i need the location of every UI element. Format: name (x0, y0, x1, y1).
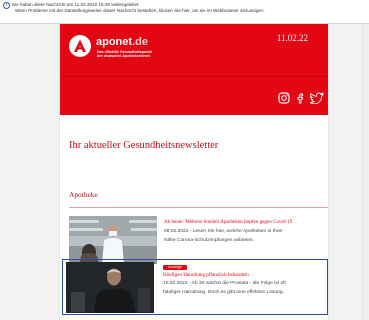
info-icon: i (3, 2, 10, 9)
article-teaser-impfen: 08.02.2022 - Lesen Sie hier, welche Apot… (164, 229, 283, 244)
twitter-icon[interactable] (310, 92, 324, 104)
display-problem-notice[interactable]: Wenn Probleme mit der Darstellungsweise … (12, 8, 369, 14)
brand-name[interactable]: aponet.de (96, 36, 148, 48)
vertical-scrollbar[interactable] (362, 24, 369, 320)
article-title-harndrang[interactable]: Häufigen Harndrang pflanzlich behandeln (163, 272, 249, 278)
article-title-impfen[interactable]: Ab heute: Mehrere hundert Apotheken impf… (164, 219, 292, 225)
man-portrait-photo[interactable] (66, 262, 154, 313)
header-divider (60, 76, 328, 77)
facebook-icon[interactable] (294, 92, 306, 104)
brand-tagline: Das offizielle Gesundheitsportal der deu… (97, 50, 152, 59)
ad-badge: Anzeige (163, 265, 187, 270)
newsletter-body: aponet.de Das offizielle Gesundheitsport… (59, 24, 329, 320)
section-rule (69, 207, 328, 208)
vaccination-photo[interactable] (69, 216, 157, 264)
newsletter-title: Ihr aktueller Gesundheitsnewsletter (69, 140, 219, 151)
section-title-apotheke[interactable]: Apotheke (69, 190, 98, 199)
instagram-icon[interactable] (278, 92, 290, 104)
newsletter-header: aponet.de Das offizielle Gesundheitsport… (60, 24, 328, 115)
issue-date: 11.02.22 (276, 33, 308, 43)
aponet-logo-icon[interactable] (69, 35, 91, 57)
article-teaser-harndrang: 10.02.2022 - Ab 30 wächst die Prostata -… (163, 281, 286, 296)
message-info-bar[interactable]: i Sie haben diese Nachricht am 11.02.202… (0, 0, 369, 24)
